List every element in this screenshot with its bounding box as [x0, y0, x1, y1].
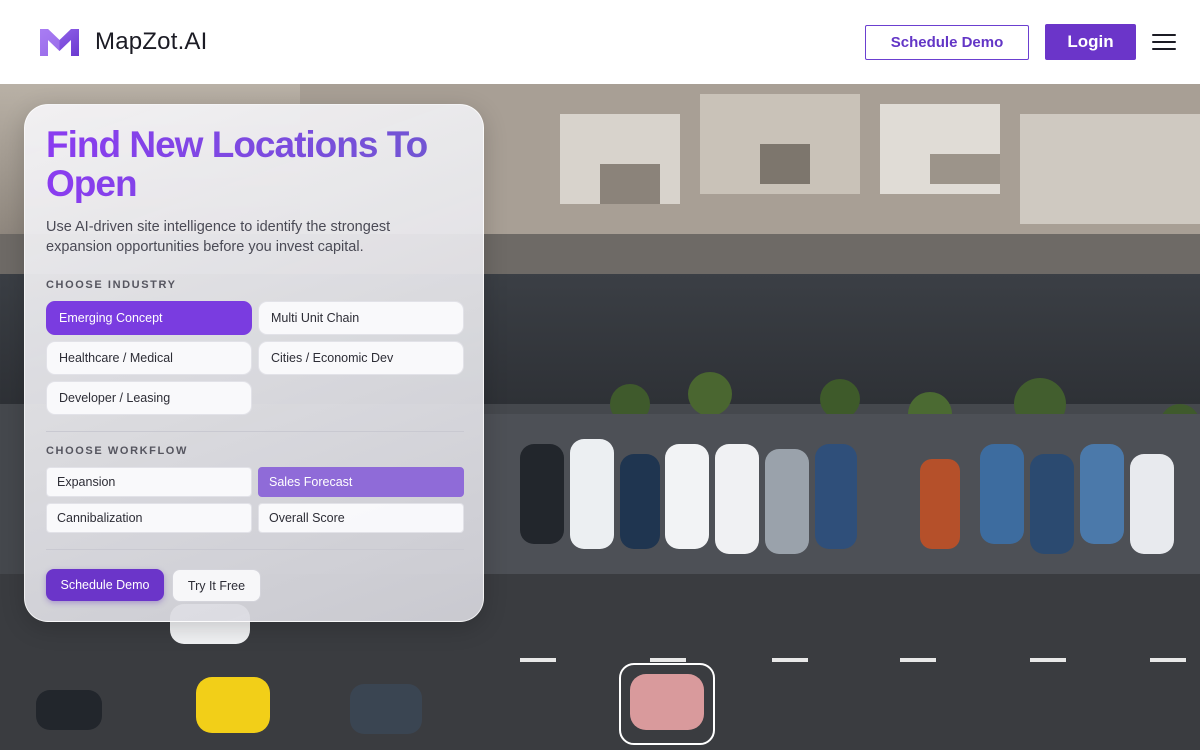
industry-option-cities-economic-dev[interactable]: Cities / Economic Dev	[258, 341, 464, 375]
hero-title: Find New Locations To Open	[46, 125, 466, 203]
industry-option-healthcare-medical[interactable]: Healthcare / Medical	[46, 341, 252, 375]
location-finder-card: Find New Locations To Open Use AI-driven…	[24, 104, 484, 622]
workflow-option-overall-score[interactable]: Overall Score	[258, 503, 464, 533]
divider	[46, 431, 464, 432]
divider	[46, 549, 464, 550]
workflow-section-label: CHOOSE WORKFLOW	[46, 445, 188, 457]
card-schedule-demo-button[interactable]: Schedule Demo	[46, 569, 164, 601]
industry-option-emerging-concept[interactable]: Emerging Concept	[46, 301, 252, 335]
workflow-option-cannibalization[interactable]: Cannibalization	[46, 503, 252, 533]
brand-name: MapZot.AI	[95, 28, 208, 55]
landing-page: MapZot.AI Schedule Demo Login Find New L…	[0, 0, 1200, 750]
industry-option-developer-leasing[interactable]: Developer / Leasing	[46, 381, 252, 415]
try-it-free-button[interactable]: Try It Free	[172, 569, 261, 602]
workflow-option-sales-forecast[interactable]: Sales Forecast	[258, 467, 464, 497]
brand[interactable]: MapZot.AI	[39, 27, 208, 57]
industry-section-label: CHOOSE INDUSTRY	[46, 279, 177, 291]
m-logo-icon	[40, 29, 79, 56]
top-navigation-bar: MapZot.AI Schedule Demo Login	[0, 0, 1200, 84]
header-schedule-demo-button[interactable]: Schedule Demo	[865, 25, 1029, 60]
hamburger-menu-icon[interactable]	[1152, 34, 1176, 50]
login-button[interactable]: Login	[1045, 24, 1136, 60]
hero-subtitle: Use AI-driven site intelligence to ident…	[46, 219, 391, 255]
industry-option-multi-unit-chain[interactable]: Multi Unit Chain	[258, 301, 464, 335]
workflow-option-expansion[interactable]: Expansion	[46, 467, 252, 497]
